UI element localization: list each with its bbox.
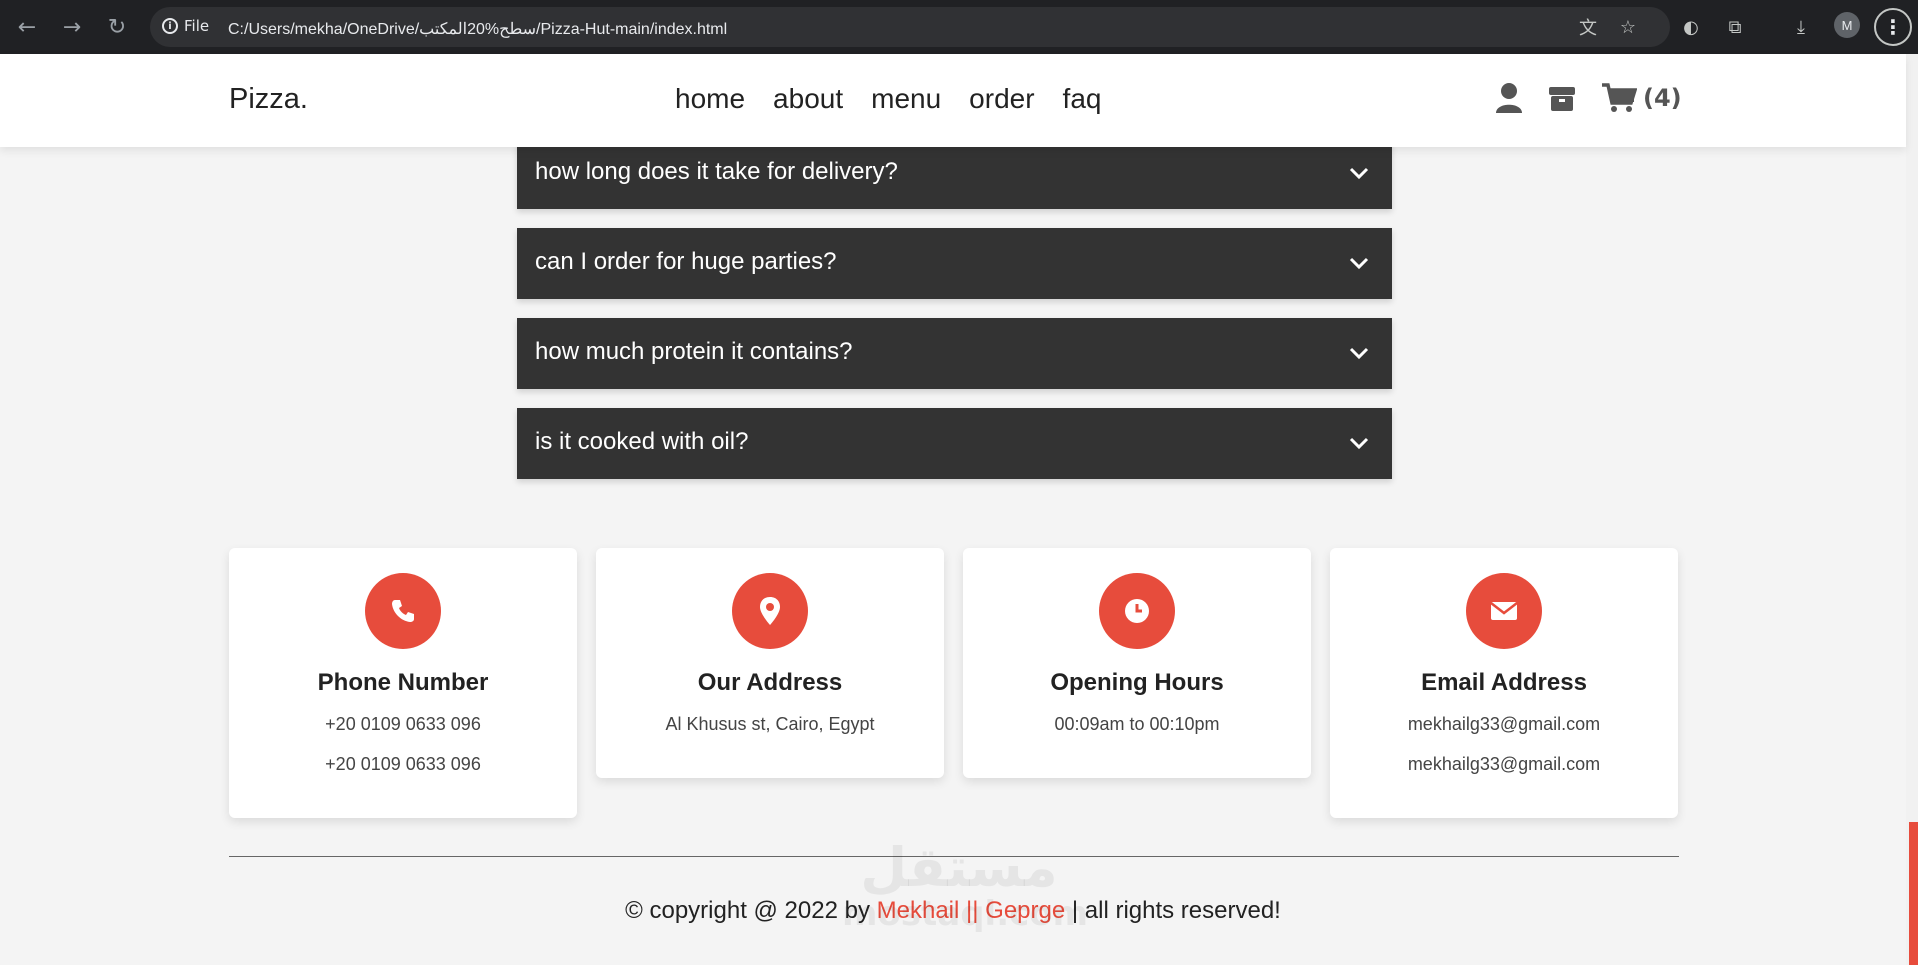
extensions-puzzle-icon[interactable]: ⧉ [1720,12,1750,42]
contact-card-email: Email Address mekhailg33@gmail.com mekha… [1330,548,1678,818]
hours-text: 00:09am to 00:10pm [1054,714,1220,734]
watermark-arabic: مستقل [860,836,1058,899]
card-title: Our Address [697,669,843,696]
envelope-icon [1466,573,1542,649]
credit-suffix: | all rights reserved! [1065,897,1281,924]
faq-question: can I order for huge parties? [535,248,837,275]
url-text[interactable]: C:/Users/mekha/OneDrive/سطح%20المكتب/Piz… [228,19,727,39]
scrollbar-thumb[interactable] [1909,822,1918,965]
address-text: Al Khusus st, Cairo, Egypt [665,714,875,734]
user-icon[interactable] [1495,82,1523,114]
info-icon: i [162,18,178,34]
phone-number-1: +20 0109 0633 096 [325,714,481,734]
browser-toolbar: ← → ↻ i File C:/Users/mekha/OneDrive/سطح… [0,0,1918,54]
nav-link-about[interactable]: about [773,83,843,115]
chevron-down-icon [1349,347,1369,360]
address-bar[interactable]: i File C:/Users/mekha/OneDrive/سطح%20الم… [150,7,1670,47]
box-icon[interactable] [1547,83,1577,113]
download-icon[interactable]: ⤓ [1786,12,1816,42]
back-arrow-icon[interactable]: ← [12,12,42,42]
faq-item[interactable]: can I order for huge parties? [517,228,1392,299]
nav-link-order[interactable]: order [969,83,1034,115]
clock-icon [1099,573,1175,649]
contact-card-hours: Opening Hours 00:09am to 00:10pm [963,548,1311,778]
watermark-url: mostaql.com [842,894,1089,934]
chevron-down-icon [1349,437,1369,450]
map-marker-icon [732,573,808,649]
email-link-2[interactable]: mekhailg33@gmail.com [1330,751,1678,777]
site-header: Pizza. home about menu order faq (4) [0,54,1906,147]
faq-question: is it cooked with oil? [535,428,749,455]
reload-icon[interactable]: ↻ [102,12,132,42]
translate-icon[interactable]: 文 [1573,12,1603,42]
faq-question: how long does it take for delivery? [535,158,898,185]
chevron-down-icon [1349,167,1369,180]
extension-circle-icon[interactable]: ◐ [1676,12,1706,42]
card-title: Opening Hours [1050,669,1224,696]
forward-arrow-icon[interactable]: → [57,12,87,42]
cart-button[interactable]: (4) [1601,82,1682,114]
phone-icon [365,573,441,649]
nav-link-menu[interactable]: menu [871,83,941,115]
header-icons: (4) [1495,82,1682,114]
faq-item[interactable]: how much protein it contains? [517,318,1392,389]
shopping-cart-icon [1602,83,1637,112]
contact-card-phone: Phone Number +20 0109 0633 096 +20 0109 … [229,548,577,818]
browser-menu-icon[interactable]: ⋮ [1874,8,1912,46]
bookmark-star-icon[interactable]: ☆ [1613,12,1643,42]
faq-question: how much protein it contains? [535,338,853,365]
main-nav: home about menu order faq [675,83,1101,115]
card-title: Email Address [1421,669,1587,696]
chevron-down-icon [1349,257,1369,270]
email-link-1[interactable]: mekhailg33@gmail.com [1330,711,1678,737]
faq-item[interactable]: how long does it take for delivery? [517,138,1392,209]
nav-link-home[interactable]: home [675,83,745,115]
contact-card-address: Our Address Al Khusus st, Cairo, Egypt [596,548,944,778]
site-logo[interactable]: Pizza. [229,83,308,116]
nav-link-faq[interactable]: faq [1063,83,1102,115]
mostaql-watermark: مستقل mostaql.com [842,836,1089,945]
card-title: Phone Number [317,669,489,696]
profile-avatar[interactable]: M [1834,12,1860,38]
phone-number-2: +20 0109 0633 096 [325,754,481,774]
faq-item[interactable]: is it cooked with oil? [517,408,1392,479]
credit-prefix: © copyright @ 2022 by [625,897,877,924]
site-info-label: File [184,17,210,35]
cart-count: (4) [1643,84,1682,112]
site-info-button[interactable]: i File [162,17,209,35]
